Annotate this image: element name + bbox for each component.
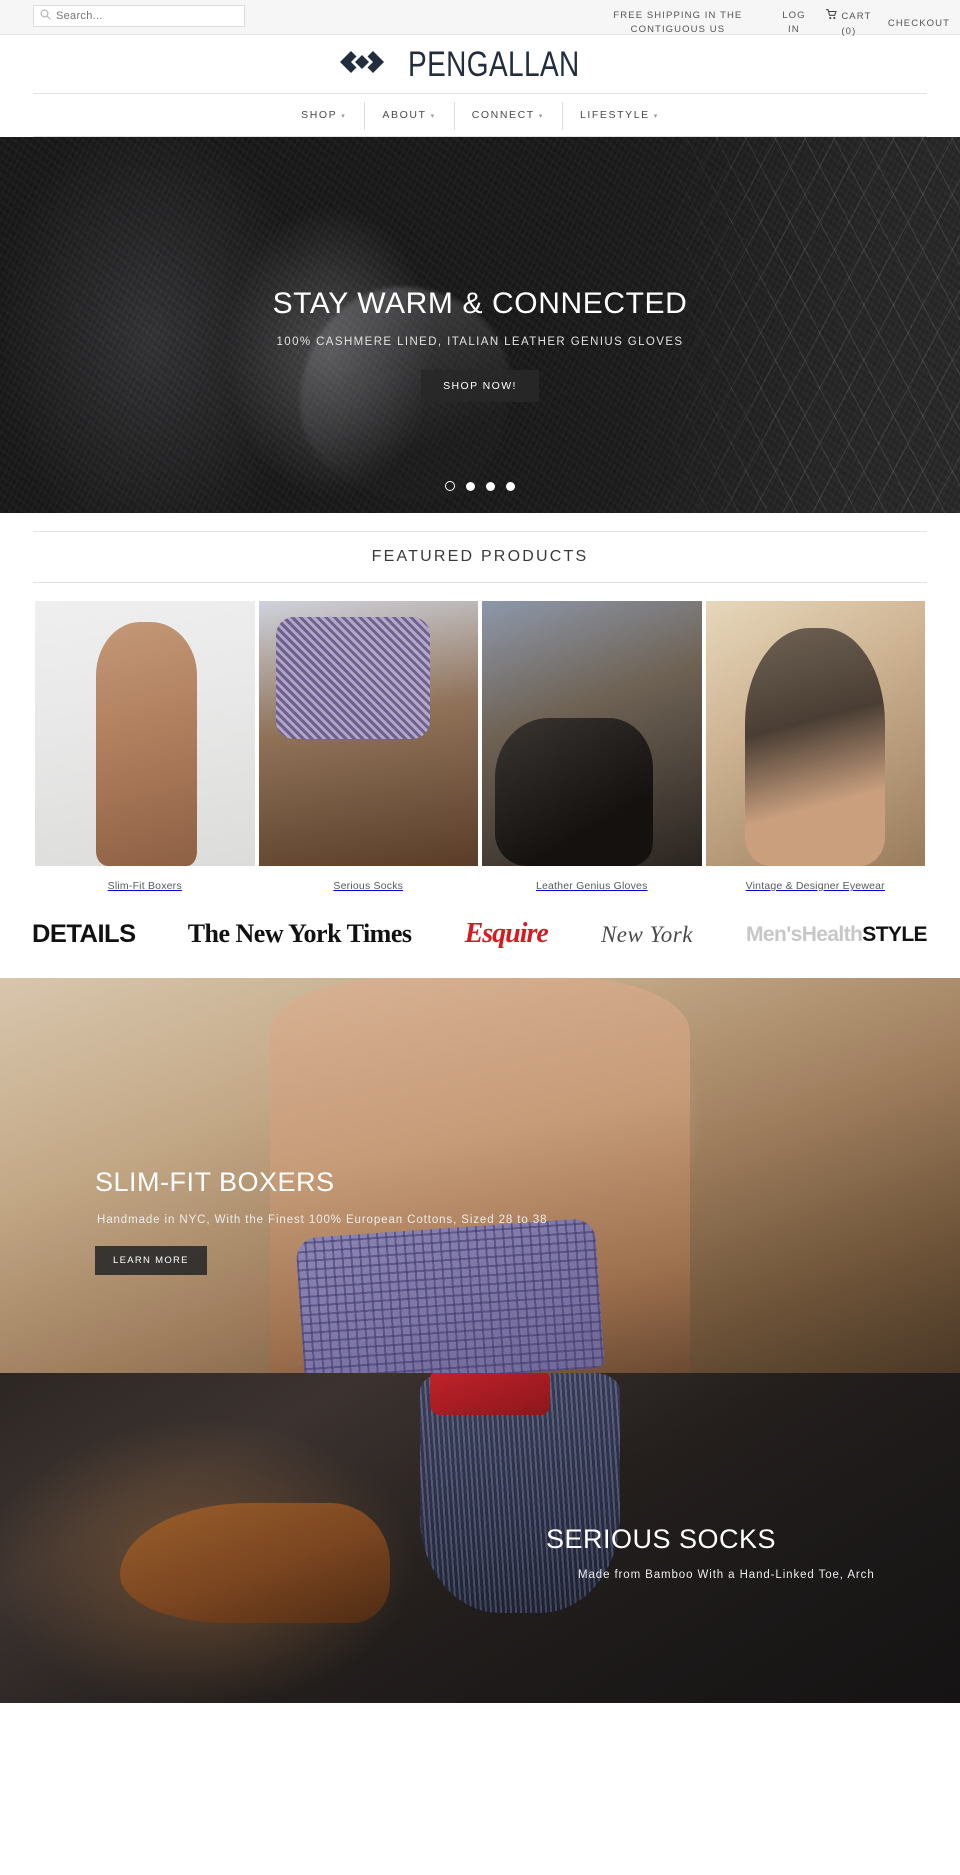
nav-item-lifestyle[interactable]: LIFESTYLE ▾ xyxy=(561,102,677,130)
press-logo-mens-health-style: Men'sHealthSTYLE xyxy=(746,922,928,946)
carousel-dot-1[interactable] xyxy=(445,481,455,491)
hero-carousel: STAY WARM & CONNECTED 100% CASHMERE LINE… xyxy=(0,137,960,513)
hero-title: STAY WARM & CONNECTED xyxy=(272,287,688,320)
banner-title: SLIM-FIT BOXERS xyxy=(95,1167,335,1197)
product-card-vintage-designer-eyewear[interactable]: Vintage & Designer Eyewear xyxy=(704,601,928,892)
featured-products-section: FEATURED PRODUCTS Slim-Fit Boxers Seriou… xyxy=(0,531,960,892)
product-grid: Slim-Fit Boxers Serious Socks Leather Ge… xyxy=(33,601,927,892)
banner-subtitle: Made from Bamboo With a Hand-Linked Toe,… xyxy=(578,1569,875,1581)
logo-band: PENGALLAN xyxy=(0,35,960,93)
product-card-slim-fit-boxers[interactable]: Slim-Fit Boxers xyxy=(33,601,257,892)
cart-count: (0) xyxy=(841,26,857,37)
nav-label: CONNECT xyxy=(471,109,535,121)
learn-more-button[interactable]: LEARN MORE xyxy=(95,1246,207,1275)
nav-item-connect[interactable]: CONNECT ▾ xyxy=(453,102,562,130)
cart-icon xyxy=(826,9,838,25)
chevron-down-icon: ▾ xyxy=(538,113,544,120)
featured-title: FEATURED PRODUCTS xyxy=(371,548,589,565)
press-logo-new-york: New York xyxy=(600,921,693,947)
product-name: Leather Genius Gloves xyxy=(535,880,648,892)
press-logo-esquire: Esquire xyxy=(464,918,549,949)
press-logo-style: STYLE xyxy=(862,922,927,946)
search-icon xyxy=(40,7,51,25)
press-logo-new-york-times: The New York Times xyxy=(187,919,412,948)
banner-content: SERIOUS SOCKS Made from Bamboo With a Ha… xyxy=(0,1373,960,1703)
brand-logo[interactable]: PENGALLAN xyxy=(338,47,623,82)
shop-now-button[interactable]: SHOP NOW! xyxy=(421,370,539,402)
carousel-dot-2[interactable] xyxy=(466,481,475,491)
banner-content: SLIM-FIT BOXERS Handmade in NYC, With th… xyxy=(0,978,960,1373)
utility-links: FREE SHIPPING IN THE CONTIGUOUS US LOG I… xyxy=(430,0,960,37)
product-image xyxy=(482,601,702,866)
nav-item-about[interactable]: ABOUT ▾ xyxy=(364,102,453,130)
product-name: Serious Socks xyxy=(333,880,404,892)
product-name: Vintage & Designer Eyewear xyxy=(745,880,885,892)
product-image xyxy=(258,601,478,866)
main-nav: SHOP ▾ ABOUT ▾ CONNECT ▾ LIFESTYLE ▾ xyxy=(0,93,960,137)
product-image xyxy=(35,601,255,866)
nav-item-shop[interactable]: SHOP ▾ xyxy=(283,109,364,121)
carousel-dot-3[interactable] xyxy=(486,481,495,491)
shipping-notice: FREE SHIPPING IN THE CONTIGUOUS US xyxy=(613,10,743,35)
utility-bar: FREE SHIPPING IN THE CONTIGUOUS US LOG I… xyxy=(0,0,960,37)
chevron-down-icon: ▾ xyxy=(341,113,347,120)
product-card-serious-socks[interactable]: Serious Socks xyxy=(257,601,481,892)
hero-content: STAY WARM & CONNECTED 100% CASHMERE LINE… xyxy=(0,137,960,513)
banner-serious-socks: SERIOUS SOCKS Made from Bamboo With a Ha… xyxy=(0,1373,960,1703)
nav-label: SHOP xyxy=(301,109,338,121)
product-name: Slim-Fit Boxers xyxy=(107,880,182,892)
chevron-down-icon: ▾ xyxy=(430,113,436,120)
banner-title: SERIOUS SOCKS xyxy=(546,1524,777,1554)
product-card-leather-genius-gloves[interactable]: Leather Genius Gloves xyxy=(480,601,704,892)
press-logo-details: DETAILS xyxy=(31,919,136,948)
carousel-dots xyxy=(0,481,960,491)
cart-link[interactable]: CART (0) xyxy=(820,0,878,39)
hero-subtitle: 100% CASHMERE LINED, ITALIAN LEATHER GEN… xyxy=(276,336,684,348)
product-image xyxy=(705,601,925,866)
search-box[interactable] xyxy=(33,5,245,27)
pengallan-mark-icon xyxy=(338,47,402,82)
brand-name: PENGALLAN xyxy=(407,44,580,84)
banner-subtitle: Handmade in NYC, With the Finest 100% Eu… xyxy=(97,1214,548,1226)
checkout-link[interactable]: CHECKOUT xyxy=(878,0,960,31)
press-logo-mens-health: Men'sHealth xyxy=(746,922,863,946)
login-link[interactable]: LOG IN xyxy=(768,0,820,37)
nav-label: LIFESTYLE xyxy=(579,109,650,121)
cart-label: CART xyxy=(841,11,872,22)
carousel-dot-4[interactable] xyxy=(506,481,515,491)
search-input[interactable] xyxy=(56,10,238,22)
chevron-down-icon: ▾ xyxy=(653,113,659,120)
press-logos: DETAILS The New York Times Esquire New Y… xyxy=(0,892,960,978)
nav-label: ABOUT xyxy=(382,109,427,121)
featured-header: FEATURED PRODUCTS xyxy=(33,531,927,583)
banner-slim-fit-boxers: SLIM-FIT BOXERS Handmade in NYC, With th… xyxy=(0,978,960,1373)
